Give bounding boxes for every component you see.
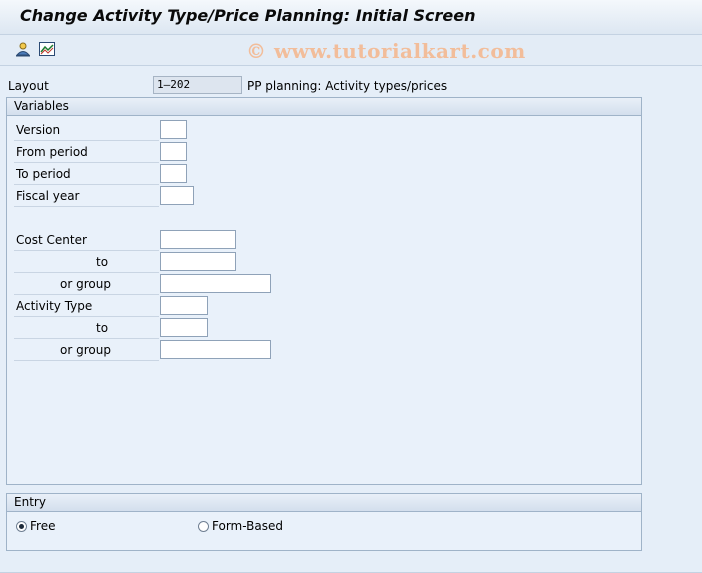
- main-content: Layout 1–202 PP planning: Activity types…: [0, 66, 702, 573]
- watermark-text: © www.tutorialkart.com: [246, 39, 526, 63]
- title-bar: Change Activity Type/Price Planning: Ini…: [0, 0, 702, 35]
- from-period-label: From period: [14, 142, 159, 163]
- cost-center-group-input[interactable]: [160, 274, 271, 293]
- person-overview-icon[interactable]: [14, 41, 32, 57]
- fiscal-year-label: Fiscal year: [14, 186, 159, 207]
- cost-center-group-label: or group: [14, 274, 159, 295]
- activity-type-group-label: or group: [14, 340, 159, 361]
- activity-type-group-input[interactable]: [160, 340, 271, 359]
- cost-center-input[interactable]: [160, 230, 236, 249]
- cost-center-label: Cost Center: [14, 230, 159, 251]
- variables-group: Variables Version From period To period …: [6, 97, 642, 485]
- to-period-label: To period: [14, 164, 159, 185]
- activity-type-to-label: to: [14, 318, 159, 339]
- form-based-radio[interactable]: [198, 521, 209, 532]
- activity-type-to-input[interactable]: [160, 318, 208, 337]
- form-based-radio-label: Form-Based: [212, 519, 283, 533]
- entry-group-title: Entry: [7, 494, 641, 512]
- version-label: Version: [14, 120, 159, 141]
- layout-description: PP planning: Activity types/prices: [247, 79, 448, 93]
- version-input[interactable]: [160, 120, 187, 139]
- layout-field[interactable]: 1–202: [153, 76, 242, 94]
- from-period-input[interactable]: [160, 142, 187, 161]
- application-toolbar: © www.tutorialkart.com: [0, 35, 702, 66]
- page-title: Change Activity Type/Price Planning: Ini…: [20, 6, 476, 25]
- variables-group-title: Variables: [7, 98, 641, 116]
- entry-group: Entry Free Form-Based: [6, 493, 642, 551]
- activity-type-label: Activity Type: [14, 296, 159, 317]
- fiscal-year-input[interactable]: [160, 186, 194, 205]
- cost-center-to-input[interactable]: [160, 252, 236, 271]
- free-radio[interactable]: [16, 521, 27, 532]
- free-radio-label: Free: [30, 519, 56, 533]
- cost-center-to-label: to: [14, 252, 159, 273]
- activity-type-input[interactable]: [160, 296, 208, 315]
- to-period-input[interactable]: [160, 164, 187, 183]
- chart-line-icon[interactable]: [38, 41, 56, 57]
- layout-label: Layout: [8, 79, 49, 93]
